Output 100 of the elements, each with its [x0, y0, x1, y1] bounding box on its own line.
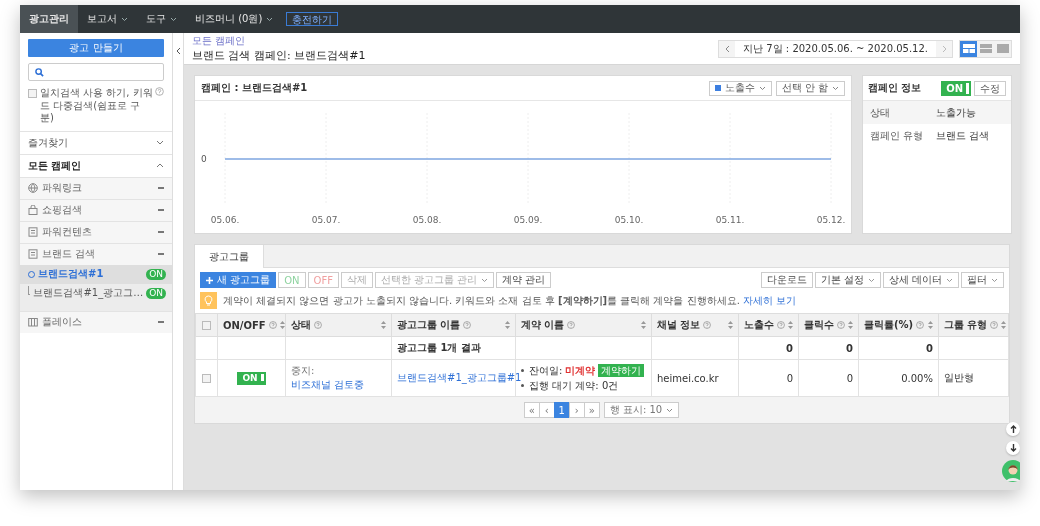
x-axis-label: 05.08.: [412, 215, 442, 225]
checkbox[interactable]: [202, 373, 211, 383]
bullet-icon: [521, 384, 524, 387]
view-mode-button[interactable]: [994, 40, 1011, 57]
arrow-up-icon: [1009, 425, 1017, 433]
chevron-icon: [156, 140, 164, 145]
globe-icon: [28, 183, 38, 193]
compare-dropdown[interactable]: 선택 안 함: [775, 80, 845, 96]
table-cell: 0: [926, 342, 933, 354]
caret-icon: [481, 277, 489, 283]
collapse-sidebar-button[interactable]: [173, 33, 184, 490]
caret-icon: [991, 277, 998, 283]
nav-menu-item[interactable]: 광고관리: [20, 5, 78, 33]
result-count: 광고그룹 1개 결과: [397, 342, 481, 353]
scroll-up-button[interactable]: [1006, 422, 1020, 436]
status-prefix: 중지:: [291, 365, 315, 376]
sort-icon[interactable]: [381, 321, 386, 329]
tab[interactable]: 광고그룹: [195, 245, 264, 268]
new-adgroup-button[interactable]: 새 광고그룹: [200, 272, 277, 288]
create-ad-button[interactable]: 광고 만들기: [28, 39, 164, 57]
chevron-left-icon: [175, 47, 181, 55]
y-axis-label: 0: [201, 154, 207, 164]
help-icon[interactable]: [916, 321, 925, 329]
view-mode-button[interactable]: [960, 40, 977, 57]
sort-icon[interactable]: [728, 321, 733, 329]
document-icon: [28, 249, 38, 259]
nav-menu-item[interactable]: 보고서: [78, 5, 137, 33]
column-header[interactable]: 상태: [291, 318, 311, 332]
campaign-type-item[interactable]: 파워링크: [20, 176, 172, 199]
next-period-button[interactable]: [936, 40, 952, 57]
plus-icon: [206, 276, 213, 284]
caret-icon: [170, 16, 177, 22]
help-icon[interactable]: [268, 321, 277, 329]
dropdown-button[interactable]: 기본 설정: [814, 272, 881, 288]
search-field[interactable]: [28, 63, 164, 81]
sort-icon[interactable]: [505, 321, 510, 329]
metric-dropdown[interactable]: 노출수: [708, 80, 772, 96]
adgroup-name-link[interactable]: 브랜드검색#1_광고그룹#1: [397, 372, 522, 383]
x-axis-label: 05.11.: [715, 215, 745, 225]
dropdown-button[interactable]: 상세 데이터: [882, 272, 959, 288]
campaign-type-item[interactable]: 플레이스: [20, 310, 172, 333]
support-avatar-icon[interactable]: [1002, 460, 1020, 482]
sort-icon[interactable]: [848, 321, 853, 329]
campaign-type-item[interactable]: 브랜드 검색: [20, 242, 172, 265]
notice-text: 계약이 체결되지 않으면 광고가 노출되지 않습니다. 키워드와 소재 검토 후 [계약하기]를 클릭해 계약을 진행하세요. 자세히 보기: [223, 293, 797, 308]
campaign-type-item[interactable]: 쇼핑검색: [20, 198, 172, 221]
sidebar-section[interactable]: 모든 캠페인: [20, 153, 172, 177]
status-badge: ON: [146, 287, 166, 299]
help-icon[interactable]: [837, 321, 845, 329]
previous-period-button[interactable]: [719, 40, 736, 57]
toolbar-button[interactable]: 다운로드: [760, 272, 813, 288]
help-icon[interactable]: [703, 321, 712, 329]
help-icon[interactable]: [567, 321, 576, 329]
view-mode-button[interactable]: [977, 40, 994, 57]
toolbar-button[interactable]: 계약 관리: [496, 272, 552, 288]
campaign-type-item[interactable]: 파워컨텐츠: [20, 220, 172, 243]
table-cell: heimei.co.kr: [657, 372, 719, 384]
pending-contract-text: 집행 대기 계약: 0건: [529, 379, 619, 393]
rows-per-page-dropdown[interactable]: 행 표시: 10: [603, 402, 680, 418]
caret-icon: [758, 85, 766, 91]
x-axis-label: 05.12.: [816, 215, 846, 225]
edit-button[interactable]: 수정: [974, 80, 1006, 96]
help-icon[interactable]: [314, 321, 322, 329]
help-icon[interactable]: [990, 321, 999, 329]
sort-icon[interactable]: [788, 321, 793, 329]
x-axis-label: 05.09.: [513, 215, 543, 225]
scroll-down-button[interactable]: [1006, 441, 1020, 455]
chevron-icon: [156, 163, 164, 168]
details-link[interactable]: 자세히 보기: [743, 294, 797, 306]
checkbox[interactable]: [202, 320, 211, 330]
sort-icon[interactable]: [1001, 321, 1007, 329]
help-icon[interactable]: [777, 321, 785, 329]
table-cell: 0: [786, 372, 793, 384]
charge-button[interactable]: 충전하기: [286, 12, 339, 26]
nav-menu-item[interactable]: 비즈머니 (0원): [186, 5, 283, 33]
sidebar-section[interactable]: 즐겨찾기: [20, 130, 172, 154]
chart-title: 캠페인 : 브랜드검색#1: [201, 81, 309, 95]
sort-icon[interactable]: [641, 321, 646, 329]
caret-icon: [946, 277, 953, 283]
adgroup-item[interactable]: 브랜드검색#1_광고그… ON: [20, 283, 172, 303]
table-cell: 일반형: [944, 372, 974, 383]
search-icon: [35, 67, 44, 77]
help-icon[interactable]: [155, 87, 164, 96]
nav-menu-item[interactable]: 도구: [137, 5, 186, 33]
status-link[interactable]: 비즈채널 검토중: [291, 379, 365, 390]
map-icon: [28, 317, 38, 327]
dropdown-button[interactable]: 필터: [961, 272, 1004, 288]
page-nav-button[interactable]: «: [523, 402, 540, 418]
sort-icon[interactable]: [928, 321, 933, 329]
column-header[interactable]: 계약 이름: [521, 318, 565, 332]
checkbox[interactable]: [28, 89, 37, 98]
help-icon[interactable]: [463, 321, 472, 329]
x-axis-label: 05.07.: [311, 215, 341, 225]
grid-layout-icon: [962, 44, 975, 53]
table-cell: 0.00%: [901, 372, 933, 384]
lightbulb-icon: [200, 292, 217, 309]
x-axis-label: 05.10.: [614, 215, 644, 225]
breadcrumb-link[interactable]: 모든 캠페인: [192, 34, 713, 48]
contract-label: 잔여일:: [529, 364, 563, 378]
info-value: 브랜드 검색: [936, 128, 990, 143]
